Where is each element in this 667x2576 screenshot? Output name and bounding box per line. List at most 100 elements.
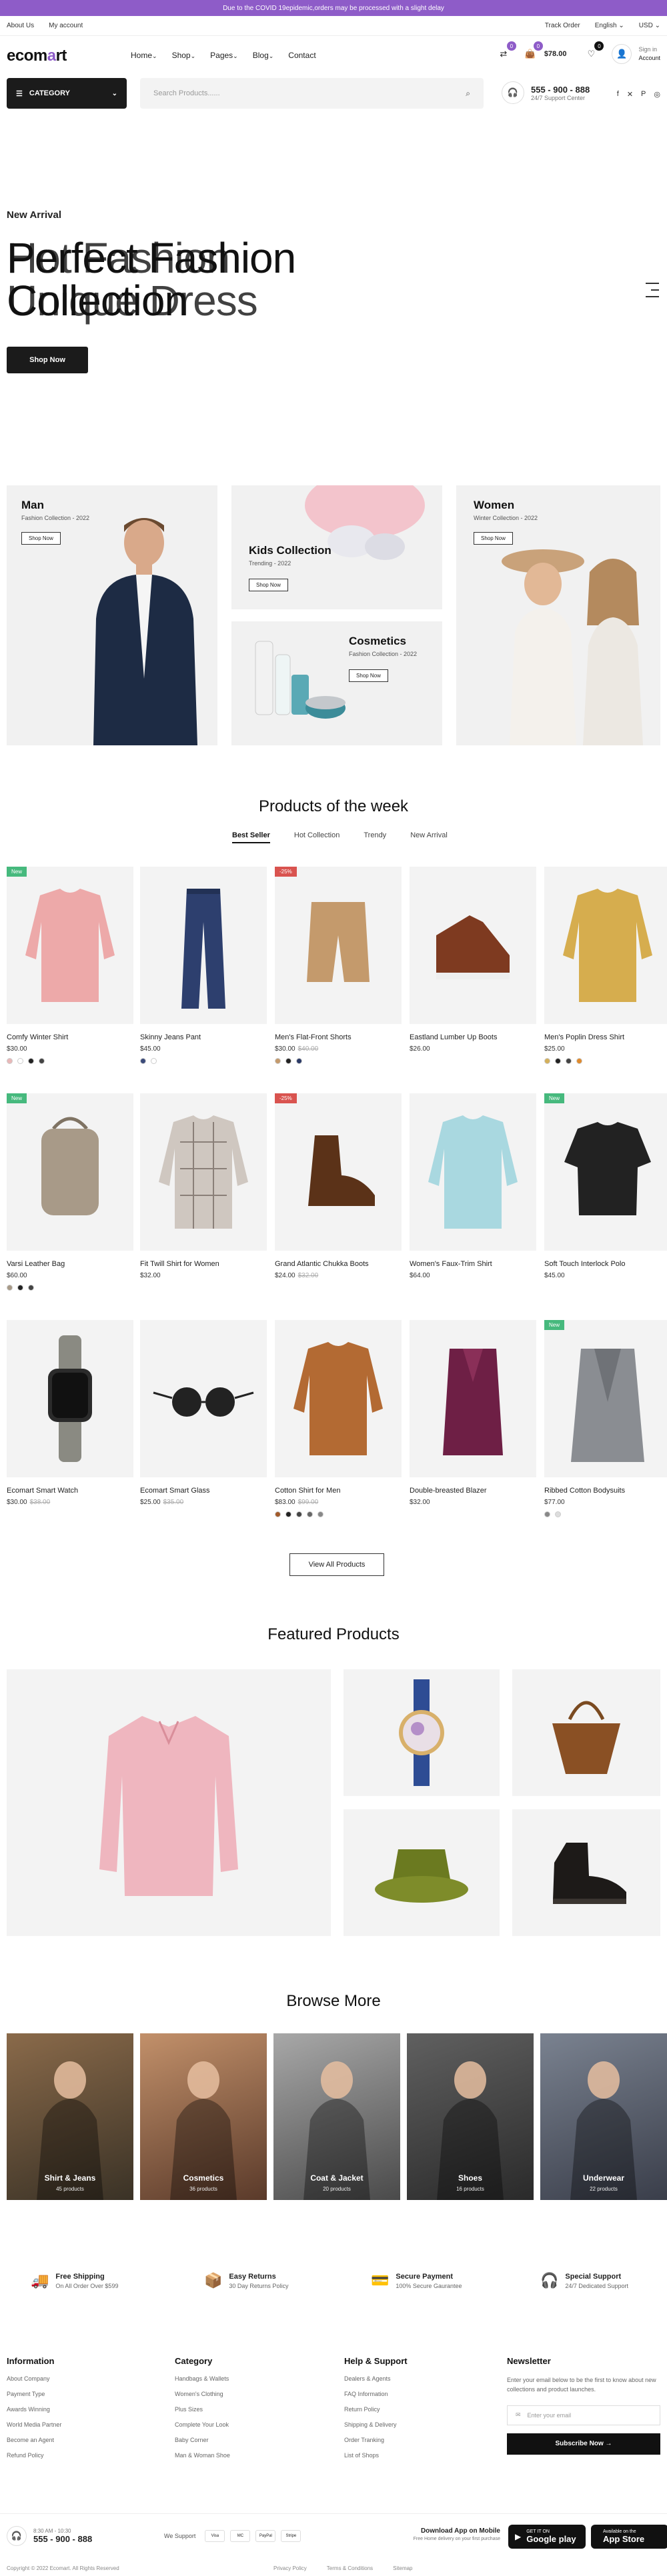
footer-link[interactable]: Order Tranking — [344, 2437, 408, 2443]
footer-link[interactable]: Handbags & Wallets — [175, 2375, 230, 2382]
search-input[interactable]: Search Products...... ⌕ — [140, 78, 484, 109]
product-name[interactable]: Men's Flat-Front Shorts — [275, 1033, 402, 1041]
banner-cosmetics[interactable]: Cosmetics Fashion Collection - 2022 Shop… — [231, 621, 442, 745]
product-card[interactable]: Men's Poplin Dress Shirt $25.00 — [544, 867, 667, 1064]
product-image[interactable] — [7, 1320, 133, 1477]
product-card[interactable]: Women's Faux-Trim Shirt $64.00 — [410, 1093, 536, 1285]
product-image[interactable]: -25% — [275, 1093, 402, 1251]
color-swatch[interactable] — [285, 1058, 291, 1064]
pinterest-icon[interactable]: P — [641, 90, 646, 99]
product-image[interactable] — [410, 867, 536, 1024]
product-name[interactable]: Grand Atlantic Chukka Boots — [275, 1260, 402, 1268]
product-name[interactable]: Soft Touch Interlock Polo — [544, 1260, 667, 1268]
color-swatch[interactable] — [296, 1058, 302, 1064]
product-card[interactable]: New Comfy Winter Shirt $30.00 — [7, 867, 133, 1064]
my-account-link[interactable]: My account — [49, 22, 83, 29]
search-icon[interactable]: ⌕ — [466, 89, 470, 99]
app-store-button[interactable]: Available on the App Store — [591, 2525, 667, 2549]
category-button[interactable]: ☰ CATEGORY ⌄ — [7, 78, 127, 109]
color-swatch[interactable] — [317, 1511, 323, 1517]
product-name[interactable]: Skinny Jeans Pant — [140, 1033, 267, 1041]
banner-man[interactable]: Man Fashion Collection - 2022 Shop Now — [7, 485, 217, 745]
cart-button[interactable]: 👜 0 $78.00 — [520, 41, 566, 64]
about-us-link[interactable]: About Us — [7, 22, 34, 29]
color-swatch[interactable] — [7, 1285, 13, 1291]
featured-item-hat[interactable] — [344, 1809, 500, 1936]
product-name[interactable]: Ecomart Smart Glass — [140, 1487, 267, 1495]
footer-link[interactable]: FAQ Information — [344, 2391, 408, 2397]
banner-shop-button[interactable]: Shop Now — [349, 669, 388, 682]
nav-pages[interactable]: Pages⌄ — [210, 51, 238, 60]
product-name[interactable]: Ribbed Cotton Bodysuits — [544, 1487, 667, 1495]
wishlist-button[interactable]: ♡ 0 — [581, 41, 604, 64]
banner-kids[interactable]: Kids Collection Trending - 2022 Shop Now — [231, 485, 442, 609]
newsletter-email-field[interactable]: ✉ Enter your email — [507, 2405, 660, 2425]
color-swatch[interactable] — [296, 1511, 302, 1517]
banner-shop-button[interactable]: Shop Now — [474, 532, 513, 545]
product-card[interactable]: Cotton Shirt for Men $83.00 $99.00 — [275, 1320, 402, 1517]
product-name[interactable]: Cotton Shirt for Men — [275, 1487, 402, 1495]
featured-item-bag[interactable] — [512, 1669, 660, 1796]
color-swatch[interactable] — [275, 1058, 281, 1064]
product-name[interactable]: Women's Faux-Trim Shirt — [410, 1260, 536, 1268]
product-name[interactable]: Men's Poplin Dress Shirt — [544, 1033, 667, 1041]
product-image[interactable] — [140, 1093, 267, 1251]
footer-link[interactable]: Shipping & Delivery — [344, 2421, 408, 2428]
signin-link[interactable]: Sign in Account — [638, 45, 660, 62]
footer-link[interactable]: Return Policy — [344, 2406, 408, 2413]
featured-item-shirt[interactable] — [7, 1669, 331, 1936]
nav-shop[interactable]: Shop⌄ — [172, 51, 196, 60]
product-image[interactable]: New — [7, 1093, 133, 1251]
product-name[interactable]: Varsi Leather Bag — [7, 1260, 133, 1268]
color-swatch[interactable] — [544, 1511, 550, 1517]
color-swatch[interactable] — [151, 1058, 157, 1064]
google-play-button[interactable]: ▶ GET IT ON Google play — [508, 2525, 586, 2549]
product-card[interactable]: Fit Twill Shirt for Women $32.00 — [140, 1093, 267, 1285]
browse-category[interactable]: Shirt & Jeans 45 products — [7, 2033, 133, 2200]
logo[interactable]: ecomart — [7, 47, 67, 65]
product-card[interactable]: New Varsi Leather Bag $60.00 — [7, 1093, 133, 1291]
product-image[interactable] — [410, 1320, 536, 1477]
browse-category[interactable]: Cosmetics 36 products — [140, 2033, 267, 2200]
product-image[interactable]: New — [7, 867, 133, 1024]
product-card[interactable]: -25% Men's Flat-Front Shorts $30.00 $40.0… — [275, 867, 402, 1064]
banner-shop-button[interactable]: Shop Now — [21, 532, 61, 545]
product-image[interactable] — [275, 1320, 402, 1477]
browse-category[interactable]: Underwear 22 products — [540, 2033, 667, 2200]
privacy-link[interactable]: Privacy Policy — [273, 2565, 307, 2571]
browse-category[interactable]: Coat & Jacket 20 products — [273, 2033, 400, 2200]
tab-hot-collection[interactable]: Hot Collection — [294, 831, 340, 843]
instagram-icon[interactable]: ◎ — [654, 90, 660, 99]
banner-shop-button[interactable]: Shop Now — [249, 579, 288, 591]
currency-select[interactable]: USD ⌄ — [639, 22, 660, 29]
footer-link[interactable]: Awards Winning — [7, 2406, 61, 2413]
tab-trendy[interactable]: Trendy — [364, 831, 386, 843]
footer-link[interactable]: Dealers & Agents — [344, 2375, 408, 2382]
product-name[interactable]: Eastland Lumber Up Boots — [410, 1033, 536, 1041]
product-card[interactable]: New Soft Touch Interlock Polo $45.00 — [544, 1093, 667, 1285]
compare-button[interactable]: ⇄ 0 — [494, 41, 516, 64]
product-card[interactable]: Skinny Jeans Pant $45.00 — [140, 867, 267, 1064]
track-order-link[interactable]: Track Order — [545, 22, 580, 29]
view-all-products-button[interactable]: View All Products — [289, 1553, 384, 1576]
product-image[interactable] — [410, 1093, 536, 1251]
product-image[interactable] — [140, 867, 267, 1024]
footer-link[interactable]: World Media Partner — [7, 2421, 61, 2428]
terms-link[interactable]: Terms & Conditions — [327, 2565, 373, 2571]
product-name[interactable]: Ecomart Smart Watch — [7, 1487, 133, 1495]
featured-item-watch[interactable] — [344, 1669, 500, 1796]
product-card[interactable]: Double-breasted Blazer $32.00 — [410, 1320, 536, 1511]
footer-link[interactable]: Payment Type — [7, 2391, 61, 2397]
subscribe-button[interactable]: Subscribe Now → — [507, 2433, 660, 2455]
product-image[interactable]: New — [544, 1093, 667, 1251]
color-swatch[interactable] — [544, 1058, 550, 1064]
color-swatch[interactable] — [140, 1058, 146, 1064]
footer-link[interactable]: Women's Clothing — [175, 2391, 230, 2397]
nav-contact[interactable]: Contact — [288, 51, 315, 60]
product-image[interactable] — [140, 1320, 267, 1477]
nav-home[interactable]: Home⌄ — [131, 51, 157, 60]
footer-link[interactable]: List of Shops — [344, 2452, 408, 2459]
color-swatch[interactable] — [566, 1058, 572, 1064]
product-card[interactable]: New Ribbed Cotton Bodysuits $77.00 — [544, 1320, 667, 1517]
product-image[interactable] — [544, 867, 667, 1024]
